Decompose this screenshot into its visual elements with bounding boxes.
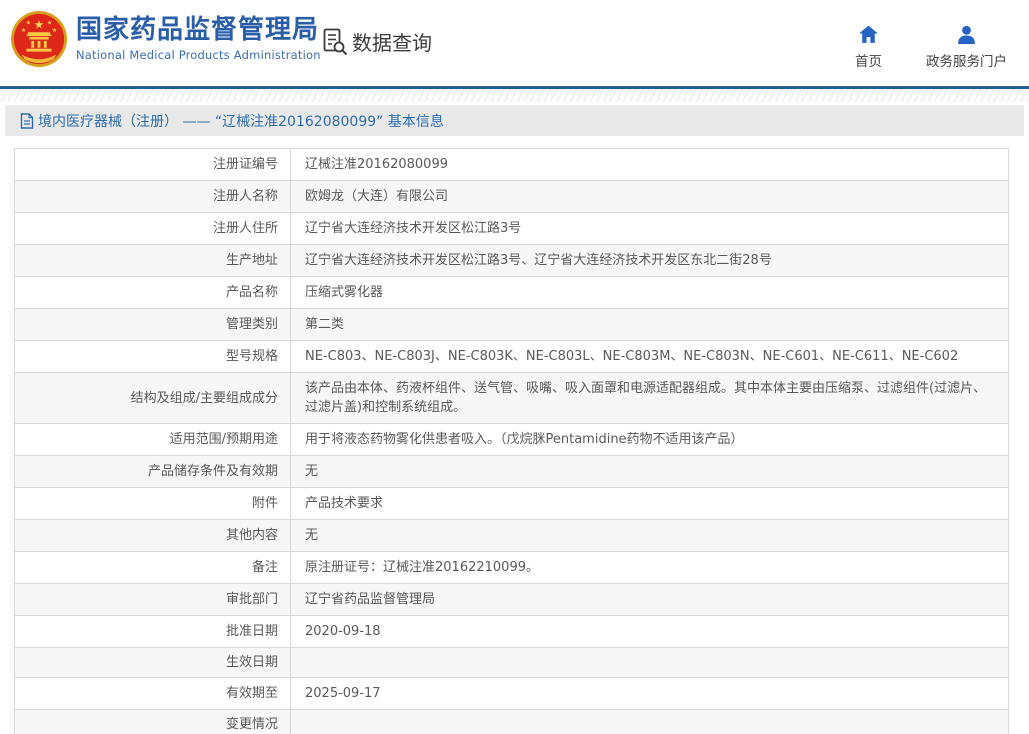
svg-text:★: ★ xyxy=(21,27,26,34)
row-value: 产品技术要求 xyxy=(291,488,1009,520)
row-label: 管理类别 xyxy=(15,309,291,341)
breadcrumb: 境内医疗器械（注册） —— “辽械注准20162080099” 基本信息 xyxy=(5,105,1024,136)
row-value: 无 xyxy=(291,456,1009,488)
table-row: 注册人住所辽宁省大连经济技术开发区松江路3号 xyxy=(15,213,1009,245)
document-icon xyxy=(20,113,34,129)
row-label: 注册人名称 xyxy=(15,181,291,213)
table-row: 附件产品技术要求 xyxy=(15,488,1009,520)
main-content: 境内医疗器械（注册） —— “辽械注准20162080099” 基本信息 注册证… xyxy=(0,105,1029,734)
user-icon xyxy=(956,24,977,45)
nav-home[interactable]: 首页 xyxy=(855,24,882,70)
table-row: 生产地址辽宁省大连经济技术开发区松江路3号、辽宁省大连经济技术开发区东北二街28… xyxy=(15,245,1009,277)
row-value: 辽械注准20162080099 xyxy=(291,149,1009,181)
data-query-section[interactable]: 数据查询 xyxy=(322,27,432,56)
header-nav: 首页 政务服务门户 xyxy=(855,24,1007,70)
nav-portal-label: 政务服务门户 xyxy=(926,50,1007,70)
row-value: 辽宁省大连经济技术开发区松江路3号 xyxy=(291,213,1009,245)
row-value xyxy=(291,648,1009,678)
row-value: 该产品由本体、药液杯组件、送气管、吸嘴、吸入面罩和电源适配器组成。其中本体主要由… xyxy=(291,373,1009,424)
row-value: 欧姆龙（大连）有限公司 xyxy=(291,181,1009,213)
site-subtitle: National Medical Products Administration xyxy=(76,48,321,62)
row-value: 无 xyxy=(291,520,1009,552)
row-value: 第二类 xyxy=(291,309,1009,341)
row-value: 2020-09-18 xyxy=(291,616,1009,648)
table-row: 产品名称压缩式雾化器 xyxy=(15,277,1009,309)
nav-portal[interactable]: 政务服务门户 xyxy=(926,24,1007,70)
svg-text:★: ★ xyxy=(26,20,31,27)
row-label: 产品储存条件及有效期 xyxy=(15,456,291,488)
svg-text:★: ★ xyxy=(34,17,44,31)
row-label: 生效日期 xyxy=(15,648,291,678)
table-row: 其他内容无 xyxy=(15,520,1009,552)
table-row: 适用范围/预期用途用于将液态药物雾化供患者吸入。（戊烷脒Pentamidine药… xyxy=(15,424,1009,456)
table-row: 注册证编号辽械注准20162080099 xyxy=(15,149,1009,181)
row-value: 用于将液态药物雾化供患者吸入。（戊烷脒Pentamidine药物不适用该产品） xyxy=(291,424,1009,456)
info-table: 注册证编号辽械注准20162080099注册人名称欧姆龙（大连）有限公司注册人住… xyxy=(14,148,1009,734)
row-label: 注册人住所 xyxy=(15,213,291,245)
stripe-band xyxy=(0,89,1029,102)
row-label: 变更情况 xyxy=(15,710,291,734)
row-value: NE-C803、NE-C803J、NE-C803K、NE-C803L、NE-C8… xyxy=(291,341,1009,373)
row-label: 注册证编号 xyxy=(15,149,291,181)
row-label: 有效期至 xyxy=(15,678,291,710)
data-query-label: 数据查询 xyxy=(352,27,432,56)
row-label: 型号规格 xyxy=(15,341,291,373)
title-block: 国家药品监督管理局 National Medical Products Admi… xyxy=(76,16,321,62)
table-row: 注册人名称欧姆龙（大连）有限公司 xyxy=(15,181,1009,213)
table-row: 批准日期2020-09-18 xyxy=(15,616,1009,648)
row-label: 生产地址 xyxy=(15,245,291,277)
table-row: 结构及组成/主要组成成分该产品由本体、药液杯组件、送气管、吸嘴、吸入面罩和电源适… xyxy=(15,373,1009,424)
row-label: 产品名称 xyxy=(15,277,291,309)
row-label: 结构及组成/主要组成成分 xyxy=(15,373,291,424)
table-row: 审批部门辽宁省药品监督管理局 xyxy=(15,584,1009,616)
page-title: 境内医疗器械（注册） —— “辽械注准20162080099” 基本信息 xyxy=(38,111,444,131)
row-label: 审批部门 xyxy=(15,584,291,616)
data-query-icon xyxy=(322,28,348,56)
site-header: ★ ★ ★ ★ ★ 国家药品监督管理局 National Medical Pro… xyxy=(0,0,1029,86)
logo-block: ★ ★ ★ ★ ★ 国家药品监督管理局 National Medical Pro… xyxy=(10,10,321,68)
table-row: 有效期至2025-09-17 xyxy=(15,678,1009,710)
row-value: 原注册证号：辽械注准20162210099。 xyxy=(291,552,1009,584)
national-emblem-logo: ★ ★ ★ ★ ★ xyxy=(10,10,68,68)
row-value: 压缩式雾化器 xyxy=(291,277,1009,309)
row-value: 2025-09-17 xyxy=(291,678,1009,710)
table-row: 产品储存条件及有效期无 xyxy=(15,456,1009,488)
row-value: 辽宁省药品监督管理局 xyxy=(291,584,1009,616)
table-row: 变更情况 xyxy=(15,710,1009,734)
nav-home-label: 首页 xyxy=(855,50,882,70)
row-label: 其他内容 xyxy=(15,520,291,552)
table-row: 型号规格NE-C803、NE-C803J、NE-C803K、NE-C803L、N… xyxy=(15,341,1009,373)
row-value xyxy=(291,710,1009,734)
row-label: 适用范围/预期用途 xyxy=(15,424,291,456)
svg-text:★: ★ xyxy=(47,20,52,27)
row-value: 辽宁省大连经济技术开发区松江路3号、辽宁省大连经济技术开发区东北二街28号 xyxy=(291,245,1009,277)
table-row: 备注原注册证号：辽械注准20162210099。 xyxy=(15,552,1009,584)
row-label: 批准日期 xyxy=(15,616,291,648)
info-table-body: 注册证编号辽械注准20162080099注册人名称欧姆龙（大连）有限公司注册人住… xyxy=(15,149,1009,734)
row-label: 备注 xyxy=(15,552,291,584)
home-icon xyxy=(858,24,879,45)
row-label: 附件 xyxy=(15,488,291,520)
site-title: 国家药品监督管理局 xyxy=(76,16,321,46)
table-row: 管理类别第二类 xyxy=(15,309,1009,341)
table-row: 生效日期 xyxy=(15,648,1009,678)
svg-text:★: ★ xyxy=(52,27,57,34)
